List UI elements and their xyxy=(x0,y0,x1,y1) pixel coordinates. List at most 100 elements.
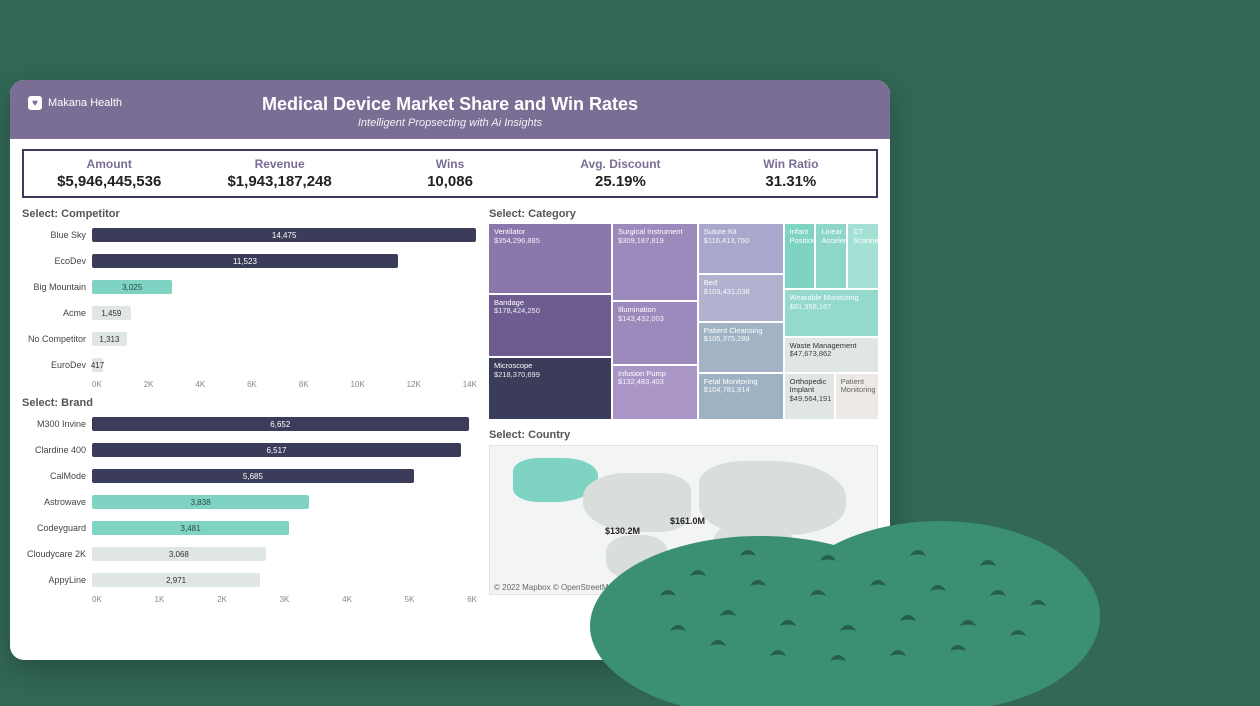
bar-fill[interactable]: 5,685 xyxy=(92,469,414,483)
kpi-label: Amount xyxy=(28,157,190,171)
kpi-wins: Wins 10,086 xyxy=(365,151,535,196)
treemap-cell-value: $104,781,914 xyxy=(704,386,778,395)
bar-track: 11,523 xyxy=(92,254,477,268)
treemap-cell[interactable]: Waste Management$47,673,862 xyxy=(785,338,878,372)
treemap-cell-value: $103,431,038 xyxy=(704,288,778,297)
bar-track: 417 xyxy=(92,358,477,372)
brand-heart-icon: ♥ xyxy=(28,96,42,110)
bar-label: Clardine 400 xyxy=(22,445,92,455)
treemap-cell-value: $132,483,403 xyxy=(618,378,692,387)
treemap-cell-value: $354,296,885 xyxy=(494,237,606,246)
bar-fill[interactable]: 2,971 xyxy=(92,573,260,587)
treemap-cell[interactable]: Illumination$143,432,003 xyxy=(613,302,697,363)
kpi-value: 10,086 xyxy=(369,173,531,190)
axis-tick: 12K xyxy=(407,380,421,389)
bar-row[interactable]: Acme 1,459 xyxy=(22,302,477,324)
treemap-cell[interactable]: Orthopedic Implant$49,564,191 xyxy=(785,374,834,419)
treemap-cell-value: $49,564,191 xyxy=(790,395,829,404)
treemap-cell[interactable]: Infant Positioning xyxy=(785,224,815,288)
axis-tick: 8K xyxy=(299,380,309,389)
treemap-cell-name: CT Scanner xyxy=(853,228,873,245)
treemap-cell[interactable]: Fetal Monitoring$104,781,914 xyxy=(699,374,783,419)
chart-category-treemap[interactable]: Ventilator$354,296,885 Bandage$178,424,2… xyxy=(489,224,878,419)
treemap-cell[interactable]: Patient Monitoring xyxy=(836,374,878,419)
bar-fill[interactable]: 11,523 xyxy=(92,254,398,268)
bar-fill[interactable]: 14,475 xyxy=(92,228,476,242)
bar-row[interactable]: Codeyguard 3,481 xyxy=(22,517,477,539)
treemap-cell-name: Infant Positioning xyxy=(790,228,810,245)
bar-fill[interactable]: 417 xyxy=(92,358,103,372)
bar-track: 14,475 xyxy=(92,228,477,242)
bar-row[interactable]: EcoDev 11,523 xyxy=(22,250,477,272)
bar-fill[interactable]: 3,068 xyxy=(92,547,266,561)
map-label: $161.0M xyxy=(670,516,705,526)
bar-fill[interactable]: 1,459 xyxy=(92,306,131,320)
treemap-cell-value: $143,432,003 xyxy=(618,315,692,324)
axis-tick: 2K xyxy=(217,595,227,604)
treemap-cell[interactable]: Bandage$178,424,250 xyxy=(489,295,611,356)
treemap-cell[interactable]: Suture Kit$116,413,750 xyxy=(699,224,783,273)
axis-tick: 10K xyxy=(350,380,364,389)
chart-country-map[interactable]: $130.2M $161.0M © 2022 Mapbox © OpenStre… xyxy=(489,445,878,595)
bar-row[interactable]: EuroDev 417 xyxy=(22,354,477,376)
kpi-label: Revenue xyxy=(198,157,360,171)
treemap-cell-name: Linear Accelerator xyxy=(821,228,841,245)
bar-label: Big Mountain xyxy=(22,282,92,292)
bar-row[interactable]: Big Mountain 3,025 xyxy=(22,276,477,298)
treemap-cell-value: $218,370,699 xyxy=(494,371,606,380)
bar-label: Codeyguard xyxy=(22,523,92,533)
bar-fill[interactable]: 3,025 xyxy=(92,280,172,294)
kpi-amount: Amount $5,946,445,536 xyxy=(24,151,194,196)
bar-fill[interactable]: 6,652 xyxy=(92,417,469,431)
kpi-value: 25.19% xyxy=(539,173,701,190)
treemap-cell[interactable]: Infusion Pump$132,483,403 xyxy=(613,366,697,420)
bar-fill[interactable]: 1,313 xyxy=(92,332,127,346)
axis-tick: 6K xyxy=(247,380,257,389)
treemap-cell-value: $116,413,750 xyxy=(704,237,778,246)
treemap-cell[interactable]: Linear Accelerator xyxy=(816,224,846,288)
kpi-avg-discount: Avg. Discount 25.19% xyxy=(535,151,705,196)
bar-row[interactable]: No Competitor 1,313 xyxy=(22,328,477,350)
bar-track: 3,481 xyxy=(92,521,477,535)
axis-tick: 6K xyxy=(467,595,477,604)
bar-track: 3,025 xyxy=(92,280,477,294)
bar-row[interactable]: Blue Sky 14,475 xyxy=(22,224,477,246)
kpi-label: Avg. Discount xyxy=(539,157,701,171)
dashboard-card: ♥ Makana Health Medical Device Market Sh… xyxy=(10,80,890,660)
header: ♥ Makana Health Medical Device Market Sh… xyxy=(10,80,890,139)
kpi-value: 31.31% xyxy=(710,173,872,190)
bar-label: M300 Invine xyxy=(22,419,92,429)
treemap-cell[interactable]: Surgical Instrument$309,187,819 xyxy=(613,224,697,300)
chart-brand[interactable]: M300 Invine 6,652 Clardine 400 6,517 Cal… xyxy=(22,413,477,604)
section-title-category: Select: Category xyxy=(489,208,878,220)
bar-fill[interactable]: 3,838 xyxy=(92,495,309,509)
treemap-cell-value: $178,424,250 xyxy=(494,307,606,316)
chart-competitor[interactable]: Blue Sky 14,475 EcoDev 11,523 Big Mounta… xyxy=(22,224,477,389)
page-title: Medical Device Market Share and Win Rate… xyxy=(28,94,872,115)
axis-tick: 5K xyxy=(405,595,415,604)
bar-row[interactable]: M300 Invine 6,652 xyxy=(22,413,477,435)
kpi-bar: Amount $5,946,445,536 Revenue $1,943,187… xyxy=(22,149,878,198)
treemap-cell[interactable]: Bed$103,431,038 xyxy=(699,275,783,320)
bar-row[interactable]: CalMode 5,685 xyxy=(22,465,477,487)
axis-tick: 4K xyxy=(195,380,205,389)
treemap-cell[interactable]: Ventilator$354,296,885 xyxy=(489,224,611,293)
bar-row[interactable]: AppyLine 2,971 xyxy=(22,569,477,591)
brand: ♥ Makana Health xyxy=(28,96,122,110)
axis-tick: 0K xyxy=(92,595,102,604)
bar-row[interactable]: Cloudycare 2K 3,068 xyxy=(22,543,477,565)
treemap-cell[interactable]: CT Scanner xyxy=(848,224,878,288)
bar-fill[interactable]: 3,481 xyxy=(92,521,289,535)
bar-track: 1,459 xyxy=(92,306,477,320)
bar-track: 3,068 xyxy=(92,547,477,561)
brand-label: Makana Health xyxy=(48,97,122,109)
treemap-cell[interactable]: Patient Cleansing$105,375,289 xyxy=(699,323,783,372)
bar-label: Blue Sky xyxy=(22,230,92,240)
bar-fill[interactable]: 6,517 xyxy=(92,443,461,457)
bar-row[interactable]: Clardine 400 6,517 xyxy=(22,439,477,461)
treemap-cell[interactable]: Microscope$218,370,699 xyxy=(489,358,611,419)
bar-row[interactable]: Astrowave 3,838 xyxy=(22,491,477,513)
kpi-revenue: Revenue $1,943,187,248 xyxy=(194,151,364,196)
bar-track: 6,517 xyxy=(92,443,477,457)
treemap-cell[interactable]: Wearable Monitoring$81,358,167 xyxy=(785,290,878,336)
